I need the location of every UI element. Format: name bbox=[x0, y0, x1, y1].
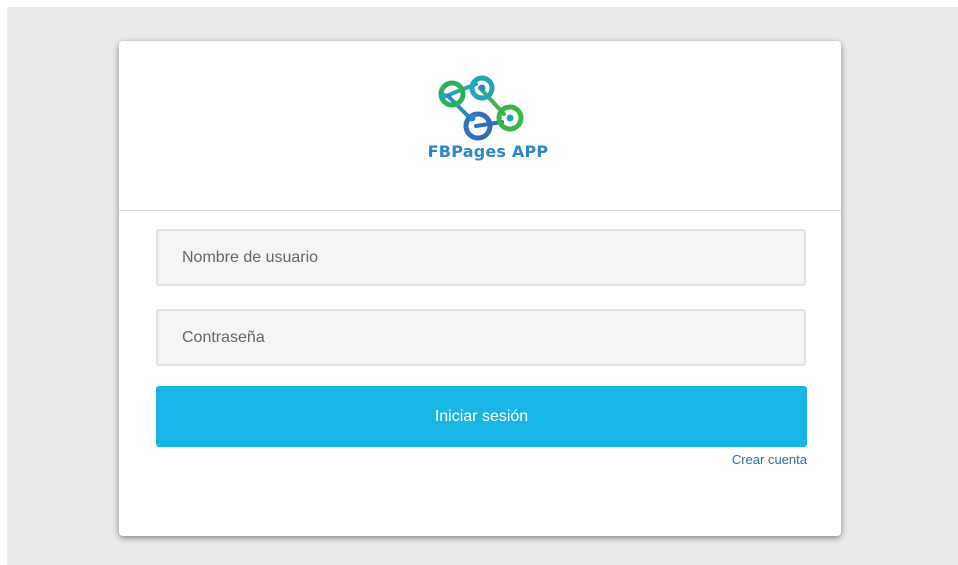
login-button[interactable]: Iniciar sesión bbox=[156, 386, 807, 447]
linked-circles-logo-icon bbox=[438, 75, 524, 141]
app-logo: FBPages APP bbox=[426, 74, 548, 164]
password-input[interactable] bbox=[156, 309, 806, 366]
username-input[interactable] bbox=[156, 229, 806, 286]
page-background: FBPages APP Iniciar sesión Crear cuenta bbox=[7, 7, 958, 565]
create-account-link[interactable]: Crear cuenta bbox=[732, 452, 807, 467]
card-header: FBPages APP bbox=[119, 41, 841, 211]
login-card: FBPages APP Iniciar sesión Crear cuenta bbox=[119, 41, 841, 536]
app-name: FBPages APP bbox=[427, 142, 549, 161]
